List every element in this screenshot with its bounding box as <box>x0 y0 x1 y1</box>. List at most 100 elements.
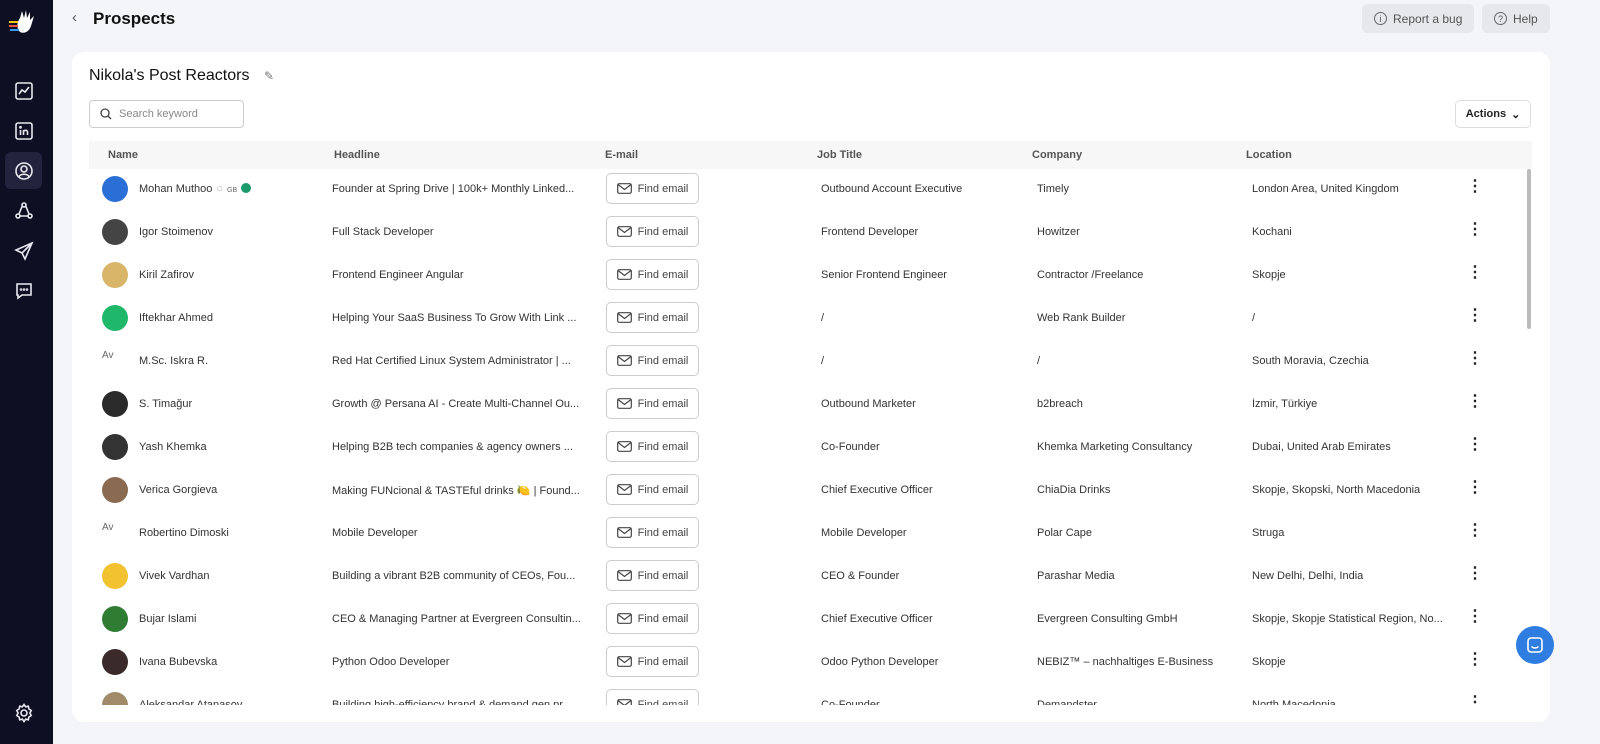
find-email-button[interactable]: Find email <box>606 345 699 376</box>
prospect-name[interactable]: M.Sc. Iskra R. <box>139 355 319 367</box>
more-options-icon[interactable]: ⋮ <box>1467 695 1483 706</box>
prospect-name[interactable]: Robertino Dimoski <box>139 527 319 539</box>
more-options-icon[interactable]: ⋮ <box>1467 351 1483 367</box>
prospect-list-card: Nikola's Post Reactors ✎ Actions ⌄ Name H… <box>72 52 1550 722</box>
logo-icon[interactable] <box>8 8 38 36</box>
find-email-button[interactable]: Find email <box>606 603 699 634</box>
name-text[interactable]: Robertino Dimoski <box>139 527 229 539</box>
edit-pencil-icon[interactable]: ✎ <box>264 69 274 83</box>
name-text[interactable]: Ivana Bubevska <box>139 656 217 668</box>
location: New Delhi, Delhi, India <box>1252 570 1364 582</box>
more-options-icon[interactable]: ⋮ <box>1467 437 1483 453</box>
search-input[interactable] <box>119 108 229 120</box>
scrollbar[interactable] <box>1527 169 1531 329</box>
table-row[interactable]: Bujar Islami CEO & Managing Partner at Ev… <box>89 599 1532 642</box>
find-email-button[interactable]: Find email <box>606 259 699 290</box>
prospect-name[interactable]: Yash Khemka <box>139 441 319 453</box>
prospect-name[interactable]: Mohan Muthoo ○ GB <box>139 183 319 195</box>
find-email-button[interactable]: Find email <box>606 689 699 705</box>
find-email-button[interactable]: Find email <box>606 560 699 591</box>
job-title: Co-Founder <box>821 441 880 453</box>
more-options-icon[interactable]: ⋮ <box>1467 609 1483 625</box>
company: Parashar Media <box>1037 570 1115 582</box>
find-email-button[interactable]: Find email <box>606 388 699 419</box>
name-text[interactable]: Igor Stoimenov <box>139 226 213 238</box>
envelope-icon <box>616 441 632 452</box>
help-icon: ? <box>1494 12 1507 25</box>
col-email[interactable]: E-mail <box>605 149 638 161</box>
report-bug-button[interactable]: i Report a bug <box>1362 4 1475 33</box>
headline: Python Odoo Developer <box>332 656 450 668</box>
name-text[interactable]: Aleksandar Atanasov <box>139 699 242 705</box>
table-row[interactable]: Verica Gorgieva Making FUNcional & TASTEf… <box>89 470 1532 513</box>
col-headline[interactable]: Headline <box>334 149 380 161</box>
col-job-title[interactable]: Job Title <box>817 149 862 161</box>
find-email-button[interactable]: Find email <box>606 173 699 204</box>
find-email-label: Find email <box>637 440 689 453</box>
back-chevron-icon[interactable]: ‹ <box>72 9 77 26</box>
more-options-icon[interactable]: ⋮ <box>1467 566 1483 582</box>
prospect-name[interactable]: S. Timağur <box>139 398 319 410</box>
prospect-name[interactable]: Verica Gorgieva <box>139 484 319 496</box>
more-options-icon[interactable]: ⋮ <box>1467 652 1483 668</box>
table-row[interactable]: Av Robertino Dimoski Mobile Developer Find … <box>89 513 1532 556</box>
table-row[interactable]: Aleksandar Atanasov Building high-efficie… <box>89 685 1532 705</box>
name-text[interactable]: Kiril Zafirov <box>139 269 194 281</box>
more-options-icon[interactable]: ⋮ <box>1467 179 1483 195</box>
find-email-button[interactable]: Find email <box>606 216 699 247</box>
more-options-icon[interactable]: ⋮ <box>1467 480 1483 496</box>
prospect-name[interactable]: Igor Stoimenov <box>139 226 319 238</box>
prospect-name[interactable]: Vivek Vardhan <box>139 570 319 582</box>
location: Skopje <box>1252 656 1286 668</box>
find-email-button[interactable]: Find email <box>606 431 699 462</box>
name-text[interactable]: M.Sc. Iskra R. <box>139 355 208 367</box>
more-options-icon[interactable]: ⋮ <box>1467 265 1483 281</box>
name-text[interactable]: Bujar Islami <box>139 613 196 625</box>
table-row[interactable]: Av M.Sc. Iskra R. Red Hat Certified Linux … <box>89 341 1532 384</box>
name-text[interactable]: Vivek Vardhan <box>139 570 210 582</box>
linkedin-icon[interactable] <box>5 112 42 149</box>
name-text[interactable]: Iftekhar Ahmed <box>139 312 213 324</box>
search-box[interactable] <box>89 100 244 128</box>
find-email-button[interactable]: Find email <box>606 474 699 505</box>
name-text[interactable]: S. Timağur <box>139 398 192 410</box>
name-text[interactable]: Verica Gorgieva <box>139 484 217 496</box>
table-row[interactable]: S. Timağur Growth @ Persana AI - Create M… <box>89 384 1532 427</box>
table-row[interactable]: Mohan Muthoo ○ GB Founder at Spring Drive |… <box>89 169 1532 212</box>
table-row[interactable]: Vivek Vardhan Building a vibrant B2B comm… <box>89 556 1532 599</box>
job-title: CEO & Founder <box>821 570 900 582</box>
send-icon[interactable] <box>5 232 42 269</box>
settings-icon[interactable] <box>5 694 42 731</box>
headline: CEO & Managing Partner at Evergreen Cons… <box>332 613 581 625</box>
prospect-name[interactable]: Aleksandar Atanasov <box>139 699 319 705</box>
chat-launcher-button[interactable] <box>1516 626 1554 664</box>
find-email-button[interactable]: Find email <box>606 646 699 677</box>
more-options-icon[interactable]: ⋮ <box>1467 222 1483 238</box>
prospect-name[interactable]: Bujar Islami <box>139 613 319 625</box>
headline: Building high-efficiency brand & demand … <box>332 699 572 705</box>
more-options-icon[interactable]: ⋮ <box>1467 394 1483 410</box>
prospects-icon[interactable] <box>5 152 42 189</box>
find-email-button[interactable]: Find email <box>606 302 699 333</box>
more-options-icon[interactable]: ⋮ <box>1467 308 1483 324</box>
table-row[interactable]: Igor Stoimenov Full Stack Developer Find e… <box>89 212 1532 255</box>
col-name[interactable]: Name <box>108 149 138 161</box>
prospect-name[interactable]: Kiril Zafirov <box>139 269 319 281</box>
find-email-button[interactable]: Find email <box>606 517 699 548</box>
help-button[interactable]: ? Help <box>1482 4 1550 33</box>
col-company[interactable]: Company <box>1032 149 1082 161</box>
table-row[interactable]: Iftekhar Ahmed Helping Your SaaS Business… <box>89 298 1532 341</box>
messages-icon[interactable] <box>5 272 42 309</box>
col-location[interactable]: Location <box>1246 149 1292 161</box>
network-icon[interactable] <box>5 192 42 229</box>
prospect-name[interactable]: Ivana Bubevska <box>139 656 319 668</box>
name-text[interactable]: Mohan Muthoo <box>139 183 212 195</box>
name-text[interactable]: Yash Khemka <box>139 441 207 453</box>
table-row[interactable]: Yash Khemka Helping B2B tech companies & … <box>89 427 1532 470</box>
more-options-icon[interactable]: ⋮ <box>1467 523 1483 539</box>
prospect-name[interactable]: Iftekhar Ahmed <box>139 312 319 324</box>
table-row[interactable]: Ivana Bubevska Python Odoo Developer Find … <box>89 642 1532 685</box>
actions-dropdown[interactable]: Actions ⌄ <box>1455 100 1531 128</box>
analytics-icon[interactable] <box>5 72 42 109</box>
table-row[interactable]: Kiril Zafirov Frontend Engineer Angular Fi… <box>89 255 1532 298</box>
